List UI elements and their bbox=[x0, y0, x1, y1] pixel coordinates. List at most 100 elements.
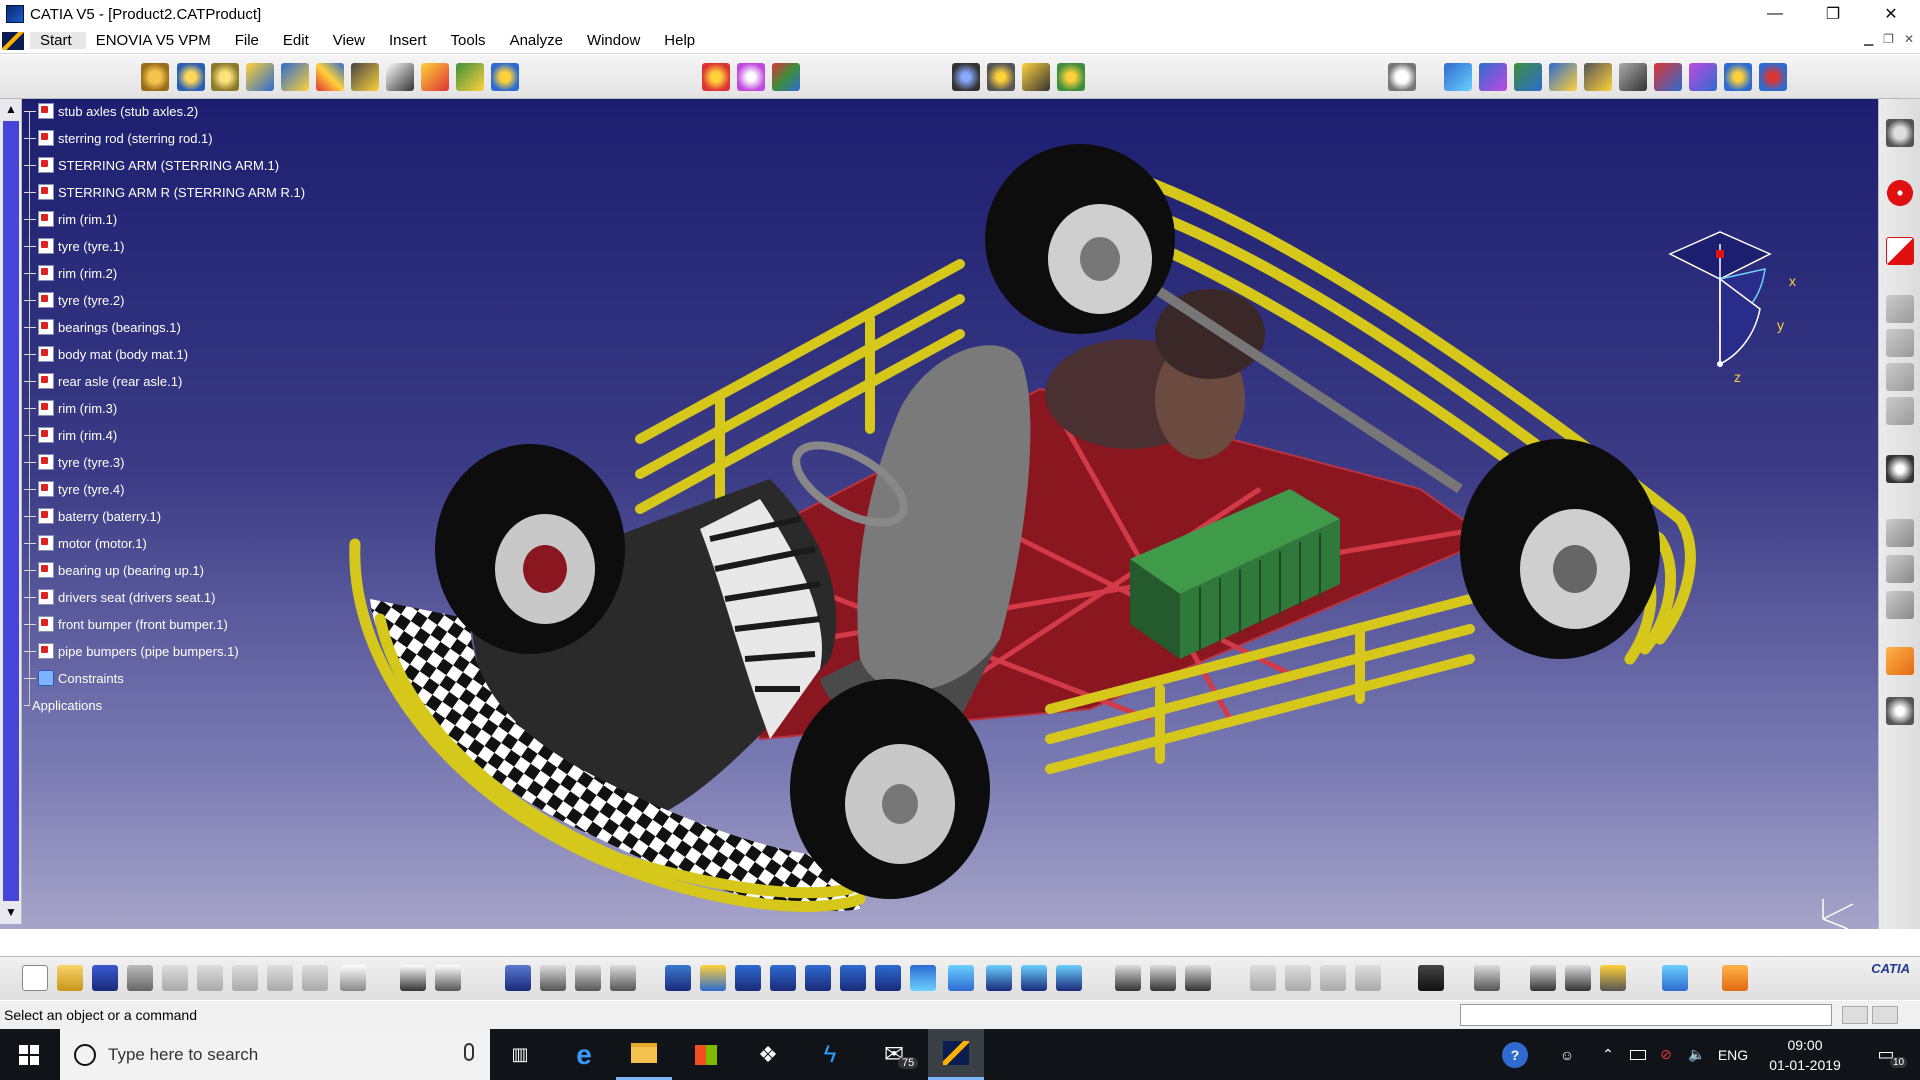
manipulator-icon[interactable] bbox=[1886, 697, 1914, 725]
table-icon[interactable] bbox=[505, 965, 531, 991]
tree-item[interactable]: rim (rim.4) bbox=[24, 425, 117, 445]
normal-view-icon[interactable] bbox=[875, 965, 901, 991]
tool-2-icon[interactable] bbox=[1886, 555, 1914, 583]
microphone-icon[interactable] bbox=[464, 1043, 474, 1061]
whats-this-icon[interactable] bbox=[340, 965, 366, 991]
catalog-browser-icon[interactable] bbox=[1759, 63, 1787, 91]
knowledge-icon[interactable] bbox=[540, 965, 566, 991]
cut-icon[interactable] bbox=[162, 965, 188, 991]
network-icon[interactable] bbox=[1886, 455, 1914, 483]
gear-icon[interactable] bbox=[1886, 119, 1914, 147]
tree-item[interactable]: tyre (tyre.4) bbox=[24, 479, 124, 499]
tree-item[interactable]: tyre (tyre.2) bbox=[24, 290, 124, 310]
menu-window[interactable]: Window bbox=[577, 32, 654, 49]
doc-minimize-icon[interactable]: ▁ bbox=[1864, 32, 1873, 46]
dropbox-button[interactable]: ❖ bbox=[740, 1029, 796, 1080]
mail-button[interactable]: ✉ 75 bbox=[866, 1029, 922, 1080]
sectioning-icon[interactable] bbox=[1150, 965, 1176, 991]
graph-tree-reordering-icon[interactable] bbox=[351, 63, 379, 91]
tree-item[interactable]: rim (rim.3) bbox=[24, 398, 117, 418]
tree-item[interactable]: STERRING ARM (STERRING ARM.1) bbox=[24, 155, 279, 175]
multi-instantiation-icon[interactable] bbox=[491, 63, 519, 91]
new-product-icon[interactable] bbox=[211, 63, 239, 91]
volume-tray-button[interactable]: 🔈 bbox=[1684, 1029, 1710, 1080]
sheet-3-icon[interactable] bbox=[1886, 363, 1914, 391]
action-center-button[interactable]: ▭ 10 bbox=[1866, 1029, 1908, 1080]
kinematics-icon[interactable] bbox=[1584, 63, 1612, 91]
check-icon[interactable] bbox=[575, 965, 601, 991]
error-icon[interactable] bbox=[1886, 179, 1914, 207]
edge-browser-button[interactable]: e bbox=[556, 1029, 612, 1080]
menu-help[interactable]: Help bbox=[654, 32, 709, 49]
comment-icon[interactable] bbox=[435, 965, 461, 991]
save-icon[interactable] bbox=[92, 965, 118, 991]
tree-item[interactable]: bearing up (bearing up.1) bbox=[24, 560, 204, 580]
offset-constraint-icon[interactable] bbox=[1022, 63, 1050, 91]
tree-item[interactable]: tyre (tyre.1) bbox=[24, 236, 124, 256]
tree-item[interactable]: rim (rim.2) bbox=[24, 263, 117, 283]
people-button[interactable]: ☺ bbox=[1552, 1029, 1582, 1080]
menu-view[interactable]: View bbox=[323, 32, 379, 49]
new-component-icon[interactable] bbox=[177, 63, 205, 91]
wireframe-icon[interactable] bbox=[1549, 63, 1577, 91]
manage-representations-icon[interactable] bbox=[456, 63, 484, 91]
pdf-icon[interactable] bbox=[1886, 237, 1914, 265]
catia-taskbar-button[interactable] bbox=[928, 1029, 984, 1080]
catalog-icon[interactable] bbox=[1474, 965, 1500, 991]
constraint-icon[interactable] bbox=[1250, 965, 1276, 991]
tree-item[interactable]: rim (rim.1) bbox=[24, 209, 117, 229]
app-bolt-button[interactable]: ϟ bbox=[802, 1029, 858, 1080]
transform-icon[interactable] bbox=[1115, 965, 1141, 991]
battery-tray-button[interactable] bbox=[1626, 1029, 1650, 1080]
constraint-2-icon[interactable] bbox=[1285, 965, 1311, 991]
taskbar-search[interactable]: Type here to search bbox=[60, 1029, 490, 1080]
tree-item[interactable]: tyre (tyre.3) bbox=[24, 452, 124, 472]
measure-between-icon[interactable] bbox=[1530, 965, 1556, 991]
assembly-constraint-icon[interactable] bbox=[141, 63, 169, 91]
print-icon[interactable] bbox=[127, 965, 153, 991]
tree-item-applications[interactable]: Applications bbox=[24, 695, 102, 715]
pan-icon[interactable] bbox=[735, 965, 761, 991]
tree-item[interactable]: front bumper (front bumper.1) bbox=[24, 614, 228, 634]
constraint-3-icon[interactable] bbox=[1320, 965, 1346, 991]
paste-icon[interactable] bbox=[232, 965, 258, 991]
existing-component-icon[interactable] bbox=[281, 63, 309, 91]
store-button[interactable] bbox=[678, 1029, 734, 1080]
eraser-icon[interactable] bbox=[1662, 965, 1688, 991]
tree-item-constraints[interactable]: Constraints bbox=[24, 668, 124, 688]
close-button[interactable]: ✕ bbox=[1862, 0, 1920, 28]
fit-all-icon[interactable] bbox=[700, 965, 726, 991]
selective-load-icon[interactable] bbox=[421, 63, 449, 91]
3d-viewport[interactable]: x y z ▲ ▼ ◀ ▶ bbox=[0, 99, 1878, 929]
rotate-icon[interactable] bbox=[770, 965, 796, 991]
menu-file[interactable]: File bbox=[225, 32, 273, 49]
drafting-icon[interactable] bbox=[1619, 63, 1647, 91]
tree-item[interactable]: motor (motor.1) bbox=[24, 533, 147, 553]
menu-insert[interactable]: Insert bbox=[379, 32, 441, 49]
scroll-thumb[interactable] bbox=[3, 121, 19, 901]
menu-edit[interactable]: Edit bbox=[273, 32, 323, 49]
clash-icon[interactable] bbox=[1185, 965, 1211, 991]
new-document-icon[interactable] bbox=[22, 965, 48, 991]
tree-item[interactable]: baterry (baterry.1) bbox=[24, 506, 161, 526]
replace-component-icon[interactable] bbox=[316, 63, 344, 91]
help-tray-button[interactable]: ? bbox=[1498, 1029, 1532, 1080]
compass-widget[interactable] bbox=[1660, 224, 1800, 374]
show-hidden-icons-button[interactable]: ⌃ bbox=[1596, 1029, 1620, 1080]
tree-item[interactable]: sterring rod (sterring rod.1) bbox=[24, 128, 213, 148]
maximize-button[interactable]: ❐ bbox=[1804, 0, 1862, 28]
menu-analyze[interactable]: Analyze bbox=[500, 32, 577, 49]
sheet-4-icon[interactable] bbox=[1886, 397, 1914, 425]
coincidence-constraint-icon[interactable] bbox=[952, 63, 980, 91]
generate-numbering-icon[interactable] bbox=[386, 63, 414, 91]
tool-icon[interactable] bbox=[1886, 519, 1914, 547]
command-input[interactable] bbox=[1460, 1004, 1832, 1026]
language-button[interactable]: ENG bbox=[1716, 1029, 1750, 1080]
capture-camera-icon[interactable] bbox=[1418, 965, 1444, 991]
taskbar-clock[interactable]: 09:00 01-01-2019 bbox=[1750, 1035, 1860, 1075]
explode-icon[interactable] bbox=[772, 63, 800, 91]
go-kart-model[interactable] bbox=[0, 99, 1878, 929]
rules-icon[interactable] bbox=[610, 965, 636, 991]
tree-vertical-scrollbar[interactable]: ▲ ▼ bbox=[0, 99, 22, 924]
refresh-icon[interactable] bbox=[1724, 63, 1752, 91]
